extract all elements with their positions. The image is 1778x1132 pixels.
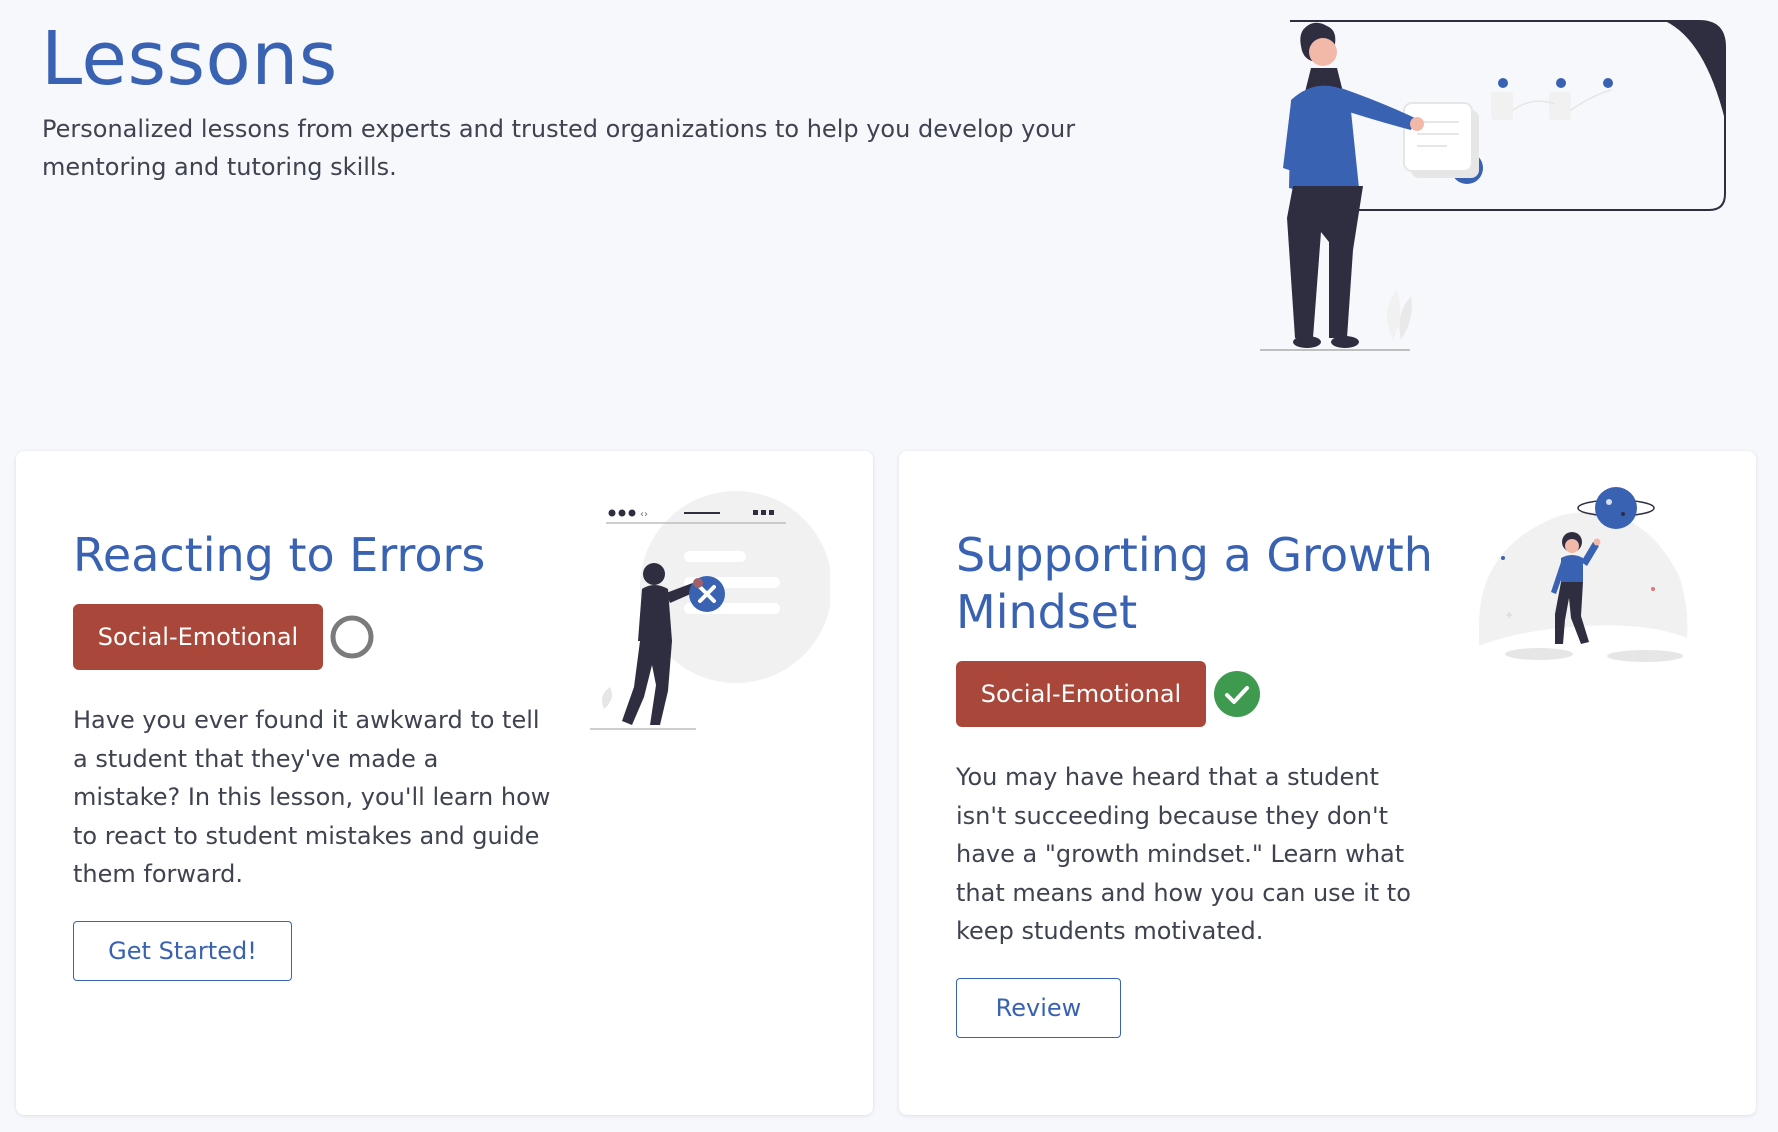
review-button[interactable]: Review <box>956 978 1121 1038</box>
svg-text:+: + <box>1505 610 1513 621</box>
lessons-page: Lessons Personalized lessons from expert… <box>0 0 1778 1132</box>
lesson-title[interactable]: Supporting a Growth Mindset <box>956 527 1476 641</box>
get-started-button[interactable]: Get Started! <box>73 921 292 981</box>
lesson-description: Have you ever found it awkward to tell a… <box>73 706 551 888</box>
lesson-card-growth-mindset: Supporting a Growth Mindset Social-Emoti… <box>899 451 1756 1115</box>
page-subtitle: Personalized lessons from experts and tr… <box>42 115 1076 181</box>
check-circle-icon <box>1214 671 1260 717</box>
presentation-illustration <box>1260 20 1726 351</box>
lesson-description: You may have heard that a student isn't … <box>956 763 1411 945</box>
empty-circle-icon <box>330 615 374 659</box>
svg-text:‹›: ‹› <box>640 509 648 520</box>
planet-illustration: + <box>1479 487 1688 662</box>
category-tag: Social-Emotional <box>956 661 1206 727</box>
lesson-title[interactable]: Reacting to Errors <box>73 527 485 584</box>
category-tag: Social-Emotional <box>73 604 323 670</box>
error-illustration: ‹› <box>590 491 830 730</box>
page-title: Lessons <box>41 16 338 102</box>
lesson-card-reacting-to-errors: Reacting to Errors Social-Emotional Have… <box>16 451 873 1115</box>
